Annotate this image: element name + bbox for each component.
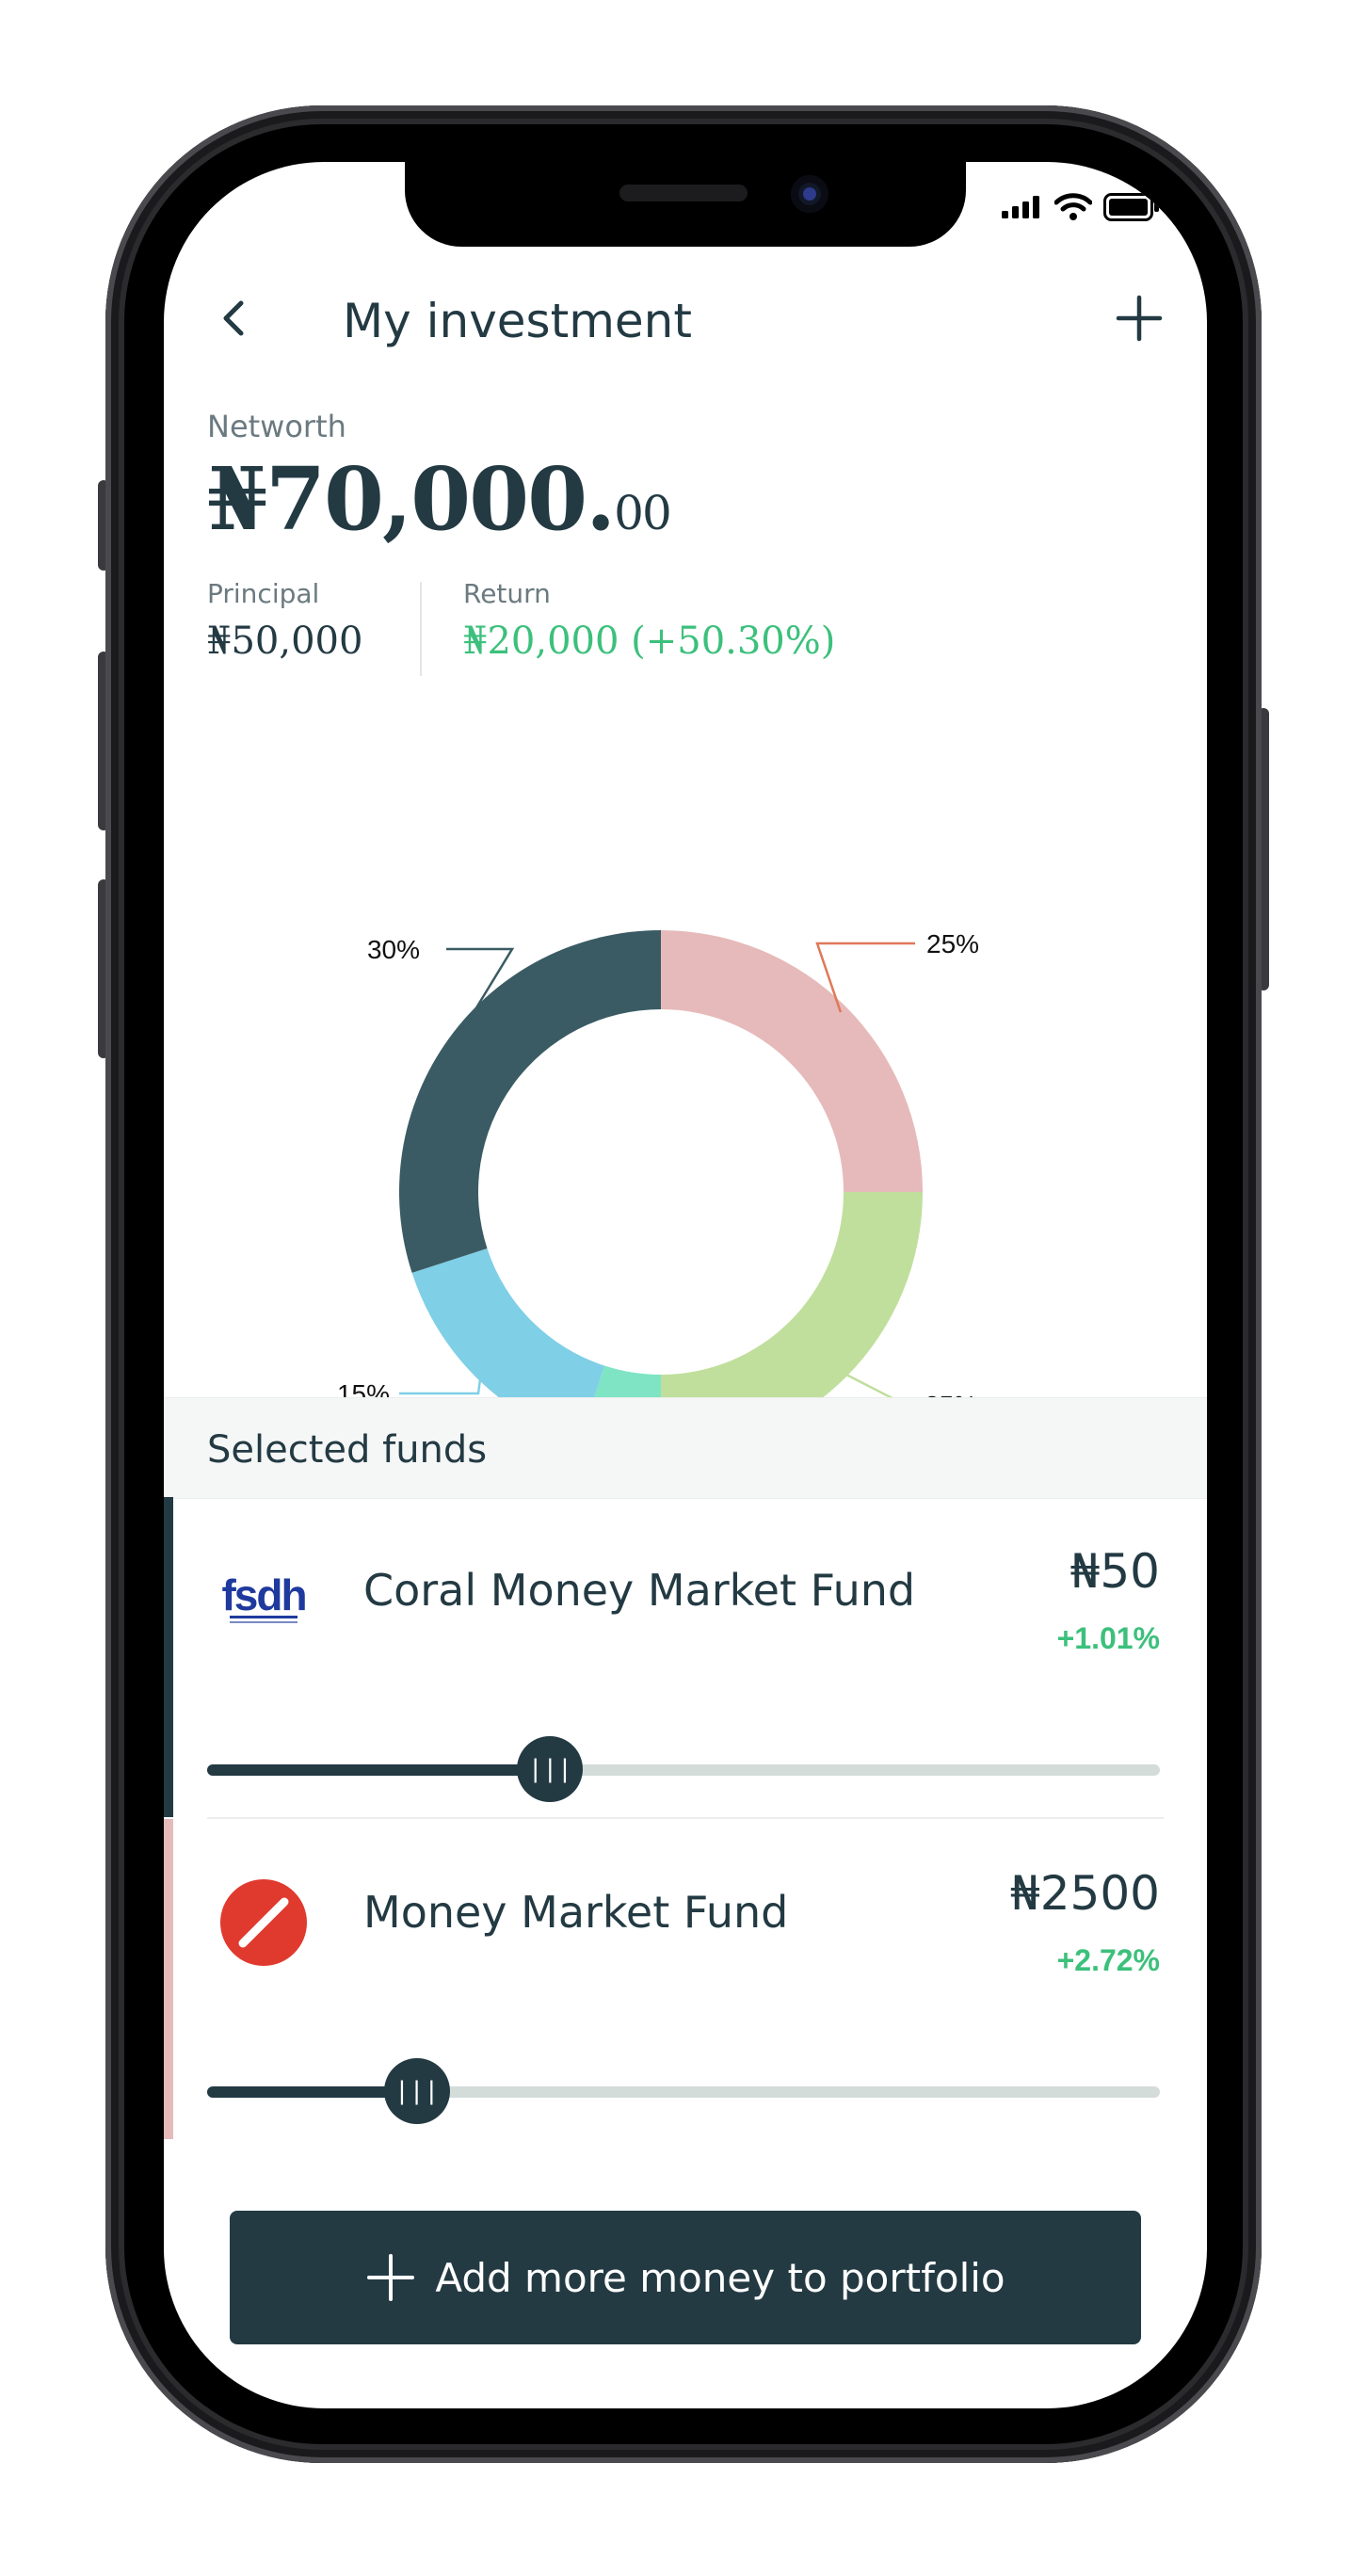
fund-item[interactable]: Money Market Fund ₦2500 +2.72% ||| bbox=[164, 1819, 1207, 2139]
fund-amount: ₦2500 bbox=[1009, 1866, 1160, 1921]
return-label: Return bbox=[463, 578, 551, 609]
networth-label: Networth bbox=[207, 409, 346, 444]
fund-change: +2.72% bbox=[1056, 1943, 1160, 1977]
donut-slice bbox=[399, 930, 661, 1273]
slider-handle[interactable]: ||| bbox=[517, 1736, 584, 1802]
fsdh-logo-icon: fsdh bbox=[217, 1554, 311, 1648]
plus-icon bbox=[1116, 295, 1163, 342]
fund-allocation-slider[interactable]: ||| bbox=[207, 2058, 1160, 2124]
add-money-label: Add more money to portfolio bbox=[435, 2254, 1005, 2301]
add-money-button[interactable]: Add more money to portfolio bbox=[230, 2211, 1141, 2344]
fund-name: Money Market Fund bbox=[363, 1887, 789, 1938]
fund-change: +1.01% bbox=[1056, 1621, 1160, 1655]
networth-value: ₦70,000.00 bbox=[207, 448, 672, 550]
chevron-left-icon bbox=[223, 300, 244, 336]
page-title: My investment bbox=[343, 294, 692, 348]
red-slash-logo-icon bbox=[217, 1876, 311, 1970]
back-button[interactable] bbox=[207, 290, 264, 346]
networth-value-main: ₦70,000. bbox=[207, 448, 616, 550]
fund-amount: ₦50 bbox=[1069, 1544, 1160, 1599]
slider-fill bbox=[207, 1764, 551, 1776]
donut-slice bbox=[661, 930, 923, 1192]
selected-funds-header: Selected funds bbox=[164, 1397, 1207, 1499]
slider-handle[interactable]: ||| bbox=[383, 2058, 450, 2124]
selected-funds-title: Selected funds bbox=[207, 1428, 488, 1472]
cellular-signal-icon bbox=[1002, 196, 1039, 218]
front-camera-icon bbox=[791, 175, 828, 213]
battery-icon bbox=[1103, 193, 1159, 221]
svg-text:fsdh: fsdh bbox=[221, 1570, 305, 1619]
slice-label: 25% bbox=[926, 929, 979, 958]
add-investment-button[interactable] bbox=[1111, 290, 1167, 346]
plus-icon bbox=[367, 2254, 415, 2301]
fund-accent-bar bbox=[164, 1497, 173, 1817]
fund-name: Coral Money Market Fund bbox=[363, 1565, 916, 1616]
principal-value: ₦50,000 bbox=[207, 620, 363, 663]
status-bar bbox=[1002, 193, 1160, 221]
top-bar: My investment bbox=[164, 256, 1207, 378]
fund-allocation-slider[interactable]: ||| bbox=[207, 1736, 1160, 1802]
notch bbox=[405, 162, 966, 247]
fund-item[interactable]: fsdh Coral Money Market Fund ₦50 +1.01% … bbox=[164, 1497, 1207, 1817]
stats-divider bbox=[420, 582, 422, 676]
return-value: ₦20,000 (+50.30%) bbox=[463, 620, 836, 663]
fund-accent-bar bbox=[164, 1819, 173, 2139]
networth-value-cents: 00 bbox=[614, 486, 672, 540]
app-screen: My investment Networth ₦70,000.00 Princi… bbox=[164, 162, 1207, 2408]
slice-label: 30% bbox=[367, 935, 420, 964]
slice-leader-line bbox=[399, 1371, 483, 1395]
speaker-grille bbox=[619, 185, 748, 201]
wifi-icon bbox=[1054, 193, 1092, 220]
principal-label: Principal bbox=[207, 578, 320, 609]
